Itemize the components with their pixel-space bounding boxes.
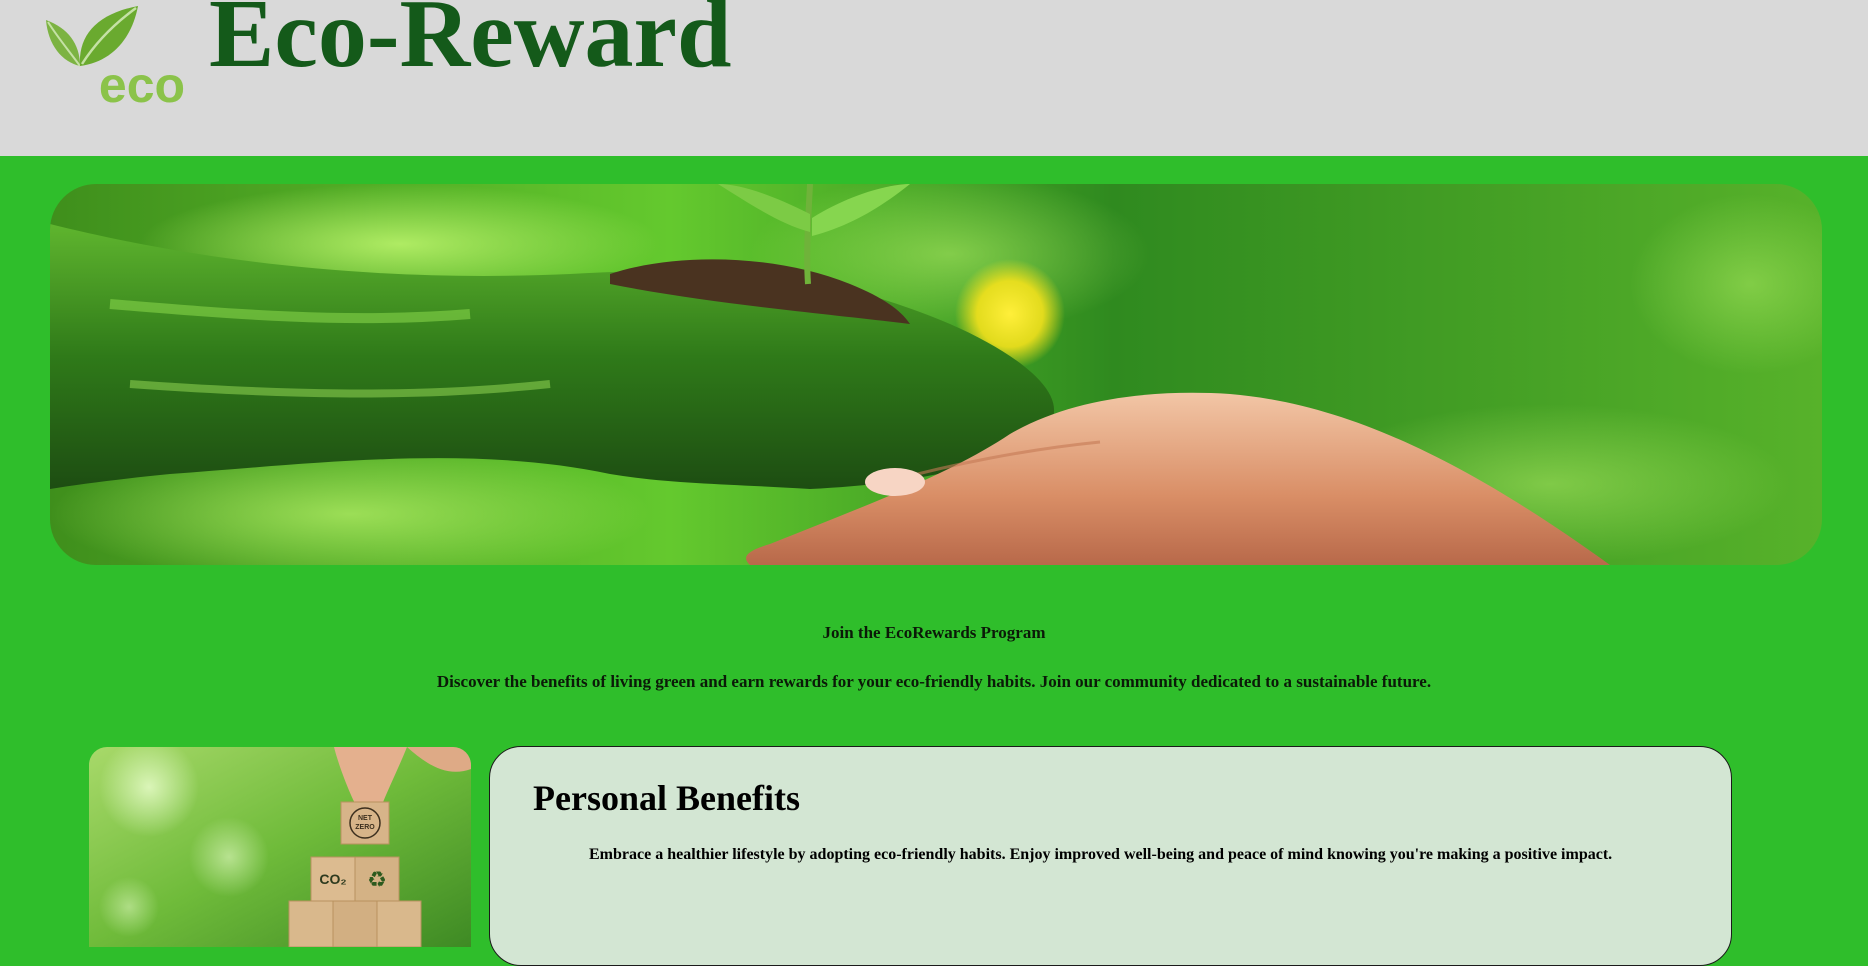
- logo-text: eco: [99, 57, 185, 110]
- site-header: eco Eco-Reward: [0, 0, 1868, 156]
- eco-logo[interactable]: eco: [40, 0, 190, 113]
- svg-text:ZERO: ZERO: [355, 824, 375, 831]
- intro-title: Join the EcoRewards Program: [822, 623, 1046, 642]
- hero-hands-sapling-image: [50, 184, 1822, 565]
- svg-text:CO₂: CO₂: [319, 871, 346, 887]
- intro-description: Discover the benefits of living green an…: [436, 672, 1432, 691]
- site-title: Eco-Reward: [209, 0, 732, 88]
- leaf-icon: eco: [46, 6, 185, 113]
- personal-benefits-title: Personal Benefits: [533, 778, 800, 818]
- personal-benefits-card: Personal Benefits Embrace a healthier li…: [489, 746, 1732, 966]
- net-zero-blocks-image: NET ZERO CO₂ ♻: [89, 747, 471, 947]
- svg-text:♻: ♻: [367, 868, 387, 893]
- svg-text:NET: NET: [358, 815, 373, 822]
- personal-benefits-text: Embrace a healthier lifestyle by adoptin…: [589, 846, 1613, 863]
